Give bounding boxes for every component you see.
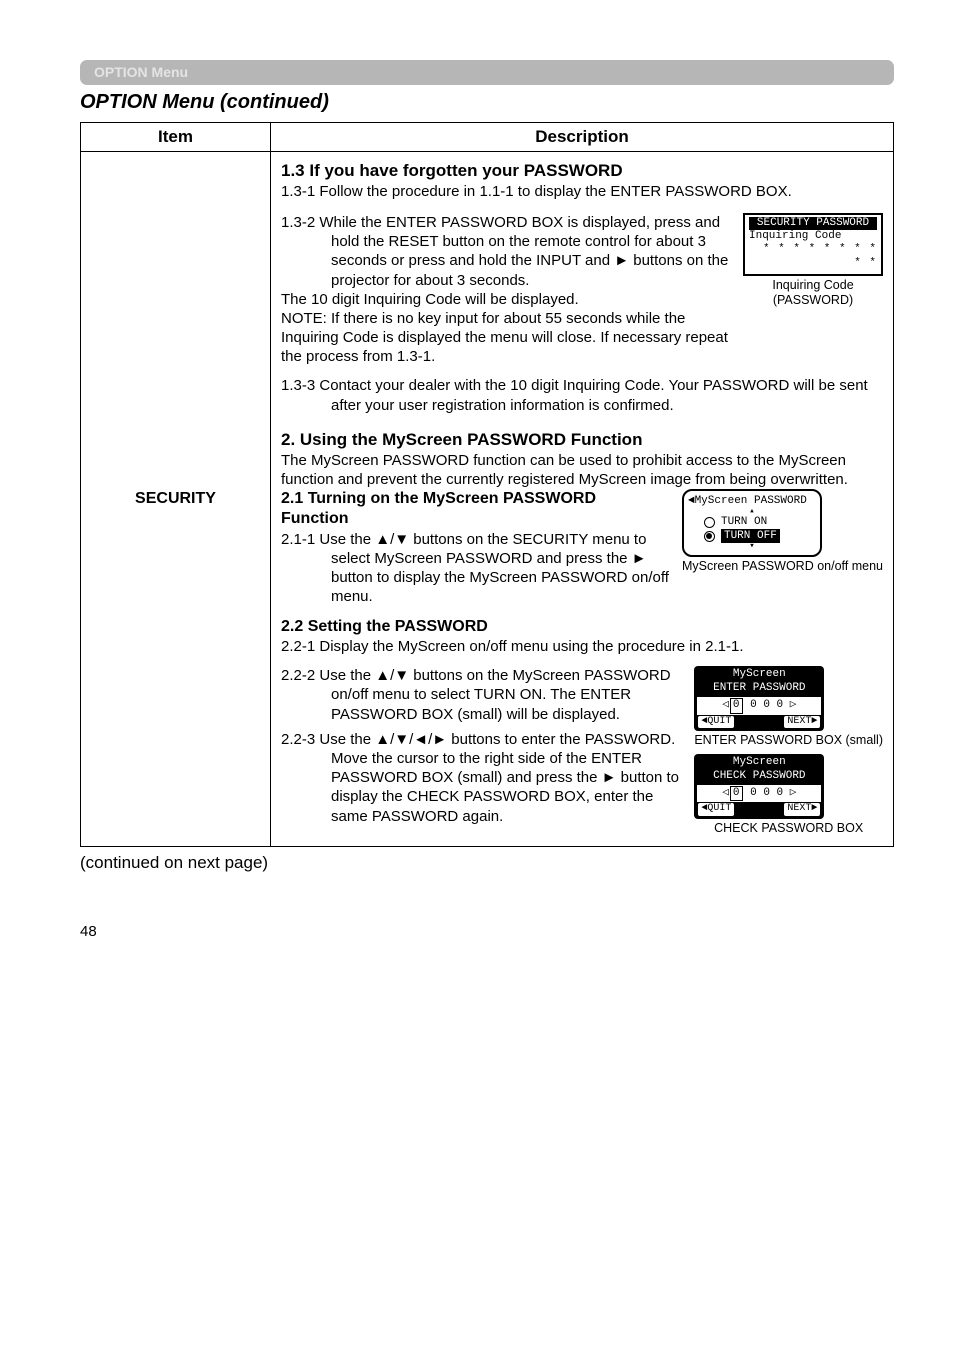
page-heading: OPTION Menu (continued) — [80, 91, 894, 114]
radio-filled-icon — [704, 531, 715, 542]
heading-1-3: 1.3 If you have forgotten your PASSWORD — [281, 160, 883, 182]
osd-inquiring-code: SECURITY PASSWORD Inquiring Code * * * *… — [743, 213, 883, 276]
osd-caption: MyScreen PASSWORD on/off menu — [682, 559, 883, 574]
heading-2-1b: Function — [281, 509, 672, 529]
text-1-3-2c: NOTE: If there is no key input for about… — [281, 309, 733, 367]
osd-next: NEXT► — [784, 803, 820, 816]
arrow-down-icon: ▾ — [690, 543, 814, 550]
continued-note: (continued on next page) — [80, 853, 894, 873]
osd-digits: ◁0 0 0 0 ▷ — [697, 697, 821, 715]
text-1-3-3: 1.3-3 Contact your dealer with the 10 di… — [281, 376, 883, 414]
text-2-2-2-a: 2.2-2 Use the ▲/▼ buttons on the MyScree… — [281, 666, 684, 724]
col-header-desc: Description — [271, 123, 894, 152]
heading-2-1a: 2.1 Turning on the MyScreen PASSWORD — [281, 489, 672, 509]
osd-line: MyScreen — [698, 668, 820, 682]
osd-title: SECURITY PASSWORD — [749, 217, 877, 230]
arrow-up-icon: ▴ — [690, 508, 814, 515]
osd-line: ENTER PASSWORD — [698, 682, 820, 696]
col-header-item: Item — [81, 123, 271, 152]
osd-digits: ◁0 0 0 0 ▷ — [697, 785, 821, 803]
osd-line: MyScreen — [698, 756, 820, 770]
osd-next: NEXT► — [784, 716, 820, 729]
text-2-2-1: 2.2-1 Display the MyScreen on/off menu u… — [281, 637, 883, 656]
osd-check-password: MyScreen CHECK PASSWORD ◁0 0 0 0 ▷ ◄QUIT… — [694, 754, 824, 819]
heading-2: 2. Using the MyScreen PASSWORD Function — [281, 429, 883, 451]
text-2-2-3: 2.2-3 Use the ▲/▼/◄/► buttons to enter t… — [281, 730, 684, 826]
osd-enter-password: MyScreen ENTER PASSWORD ◁0 0 0 0 ▷ ◄QUIT… — [694, 666, 824, 731]
item-security: SECURITY — [81, 152, 271, 847]
text-1-3-1: 1.3-1 Follow the procedure in 1.1-1 to d… — [281, 182, 883, 201]
osd-myscreen-onoff: ◄MyScreen PASSWORD ▴ TURN ON TURN OFF ▾ — [682, 489, 822, 557]
page-number: 48 — [80, 923, 894, 940]
text-1-3-2b: The 10 digit Inquiring Code will be disp… — [281, 290, 733, 309]
osd-line: * * * * * * * * * * — [749, 243, 877, 269]
radio-open-icon — [704, 517, 715, 528]
section-pill: OPTION Menu — [80, 60, 894, 85]
osd-caption: ENTER PASSWORD BOX (small) — [694, 733, 883, 748]
option-turn-on: TURN ON — [704, 515, 814, 529]
option-turn-off: TURN OFF — [704, 529, 814, 543]
osd-line: CHECK PASSWORD — [698, 770, 820, 784]
osd-quit: ◄QUIT — [698, 803, 734, 816]
osd-quit: ◄QUIT — [698, 716, 734, 729]
text-2-1-1: 2.1-1 Use the ▲/▼ buttons on the SECURIT… — [281, 530, 672, 607]
text-2-intro: The MyScreen PASSWORD function can be us… — [281, 451, 883, 489]
description-cell: 1.3 If you have forgotten your PASSWORD … — [271, 152, 894, 847]
option-table: Item Description SECURITY 1.3 If you hav… — [80, 122, 894, 847]
osd-caption: Inquiring Code (PASSWORD) — [743, 278, 883, 308]
heading-2-2: 2.2 Setting the PASSWORD — [281, 617, 883, 637]
osd-caption: CHECK PASSWORD BOX — [694, 821, 883, 836]
text-1-3-2: 1.3-2 While the ENTER PASSWORD BOX is di… — [281, 213, 733, 290]
osd-line: Inquiring Code — [749, 230, 877, 243]
